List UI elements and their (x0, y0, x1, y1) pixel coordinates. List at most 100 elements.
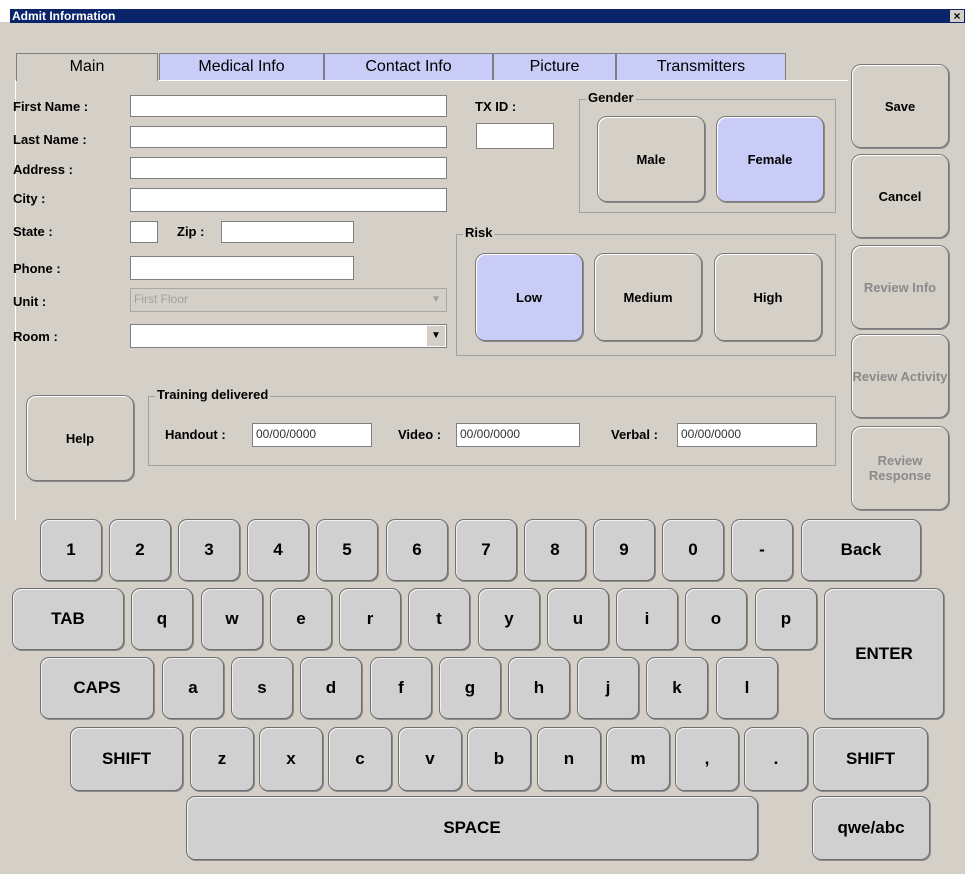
key-x[interactable]: x (259, 727, 323, 791)
key-6[interactable]: 6 (386, 519, 448, 581)
title-bar: Admit Information × (0, 0, 965, 23)
video-label: Video : (398, 427, 442, 442)
unit-dropdown[interactable]: First Floor (130, 288, 447, 312)
key-caps[interactable]: CAPS (40, 657, 154, 719)
key-m[interactable]: m (606, 727, 670, 791)
key-1[interactable]: 1 (40, 519, 102, 581)
key-tab[interactable]: TAB (12, 588, 124, 650)
key-3[interactable]: 3 (178, 519, 240, 581)
key-l[interactable]: l (716, 657, 778, 719)
tab-picture[interactable]: Picture (493, 53, 616, 81)
tab-main[interactable]: Main (16, 53, 158, 81)
first-name-field[interactable] (130, 95, 447, 117)
key-shift-left[interactable]: SHIFT (70, 727, 183, 791)
first-name-label: First Name : (13, 99, 89, 114)
admit-window: Main Medical Info Contact Info Picture T… (10, 23, 965, 874)
key-i[interactable]: i (616, 588, 678, 650)
key-r[interactable]: r (339, 588, 401, 650)
key-0[interactable]: 0 (662, 519, 724, 581)
phone-label: Phone : (13, 261, 61, 276)
handout-date-field[interactable]: 00/00/0000 (252, 423, 372, 447)
city-field[interactable] (130, 188, 447, 212)
key-f[interactable]: f (370, 657, 432, 719)
key-q[interactable]: q (131, 588, 193, 650)
key-y[interactable]: y (478, 588, 540, 650)
city-label: City : (13, 191, 46, 206)
last-name-field[interactable] (130, 126, 447, 148)
key-h[interactable]: h (508, 657, 570, 719)
risk-title: Risk (463, 225, 495, 240)
key-period[interactable]: . (744, 727, 808, 791)
key-a[interactable]: a (162, 657, 224, 719)
key-n[interactable]: n (537, 727, 601, 791)
review-response-button[interactable]: Review Response (851, 426, 949, 510)
zip-field[interactable] (221, 221, 354, 243)
key-s[interactable]: s (231, 657, 293, 719)
key-z[interactable]: z (190, 727, 254, 791)
window-title: Admit Information (12, 9, 116, 23)
verbal-date-field[interactable]: 00/00/0000 (677, 423, 817, 447)
review-activity-button[interactable]: Review Activity (851, 334, 949, 418)
cancel-button[interactable]: Cancel (851, 154, 949, 238)
unit-dropdown-arrow-icon[interactable]: ▼ (427, 290, 445, 310)
key-9[interactable]: 9 (593, 519, 655, 581)
key-c[interactable]: c (328, 727, 392, 791)
key-shift-right[interactable]: SHIFT (813, 727, 928, 791)
room-label: Room : (13, 329, 58, 344)
key-j[interactable]: j (577, 657, 639, 719)
review-info-button[interactable]: Review Info (851, 245, 949, 329)
gender-male-button[interactable]: Male (597, 116, 705, 202)
key-enter[interactable]: ENTER (824, 588, 944, 719)
tab-medical-info[interactable]: Medical Info (159, 53, 324, 81)
key-back[interactable]: Back (801, 519, 921, 581)
room-dropdown-arrow-icon[interactable]: ▼ (427, 326, 445, 346)
address-label: Address : (13, 162, 73, 177)
key-d[interactable]: d (300, 657, 362, 719)
handout-label: Handout : (165, 427, 226, 442)
key-layout-toggle[interactable]: qwe/abc (812, 796, 930, 860)
last-name-label: Last Name : (13, 132, 87, 147)
key-e[interactable]: e (270, 588, 332, 650)
key-4[interactable]: 4 (247, 519, 309, 581)
key-2[interactable]: 2 (109, 519, 171, 581)
risk-high-button[interactable]: High (714, 253, 822, 341)
key-k[interactable]: k (646, 657, 708, 719)
verbal-label: Verbal : (611, 427, 658, 442)
state-field[interactable] (130, 221, 158, 243)
key-p[interactable]: p (755, 588, 817, 650)
key-v[interactable]: v (398, 727, 462, 791)
phone-field[interactable] (130, 256, 354, 280)
training-title: Training delivered (155, 387, 271, 402)
txid-label: TX ID : (475, 99, 517, 114)
room-dropdown[interactable] (130, 324, 447, 348)
zip-label: Zip : (177, 224, 205, 239)
key-space[interactable]: SPACE (186, 796, 758, 860)
key-g[interactable]: g (439, 657, 501, 719)
key-w[interactable]: w (201, 588, 263, 650)
tab-strip-line (158, 80, 848, 81)
key-5[interactable]: 5 (316, 519, 378, 581)
risk-medium-button[interactable]: Medium (594, 253, 702, 341)
tab-transmitters[interactable]: Transmitters (616, 53, 786, 81)
key-u[interactable]: u (547, 588, 609, 650)
key-comma[interactable]: , (675, 727, 739, 791)
key-b[interactable]: b (467, 727, 531, 791)
unit-label: Unit : (13, 294, 47, 309)
key-o[interactable]: o (685, 588, 747, 650)
save-button[interactable]: Save (851, 64, 949, 148)
key-7[interactable]: 7 (455, 519, 517, 581)
title-bar-band (10, 9, 965, 23)
key-minus[interactable]: - (731, 519, 793, 581)
help-button[interactable]: Help (26, 395, 134, 481)
state-label: State : (13, 224, 53, 239)
key-t[interactable]: t (408, 588, 470, 650)
txid-field[interactable] (476, 123, 554, 149)
risk-low-button[interactable]: Low (475, 253, 583, 341)
tab-contact-info[interactable]: Contact Info (324, 53, 493, 81)
address-field[interactable] (130, 157, 447, 179)
gender-title: Gender (586, 90, 636, 105)
gender-female-button[interactable]: Female (716, 116, 824, 202)
video-date-field[interactable]: 00/00/0000 (456, 423, 580, 447)
key-8[interactable]: 8 (524, 519, 586, 581)
close-icon[interactable]: × (950, 10, 964, 22)
